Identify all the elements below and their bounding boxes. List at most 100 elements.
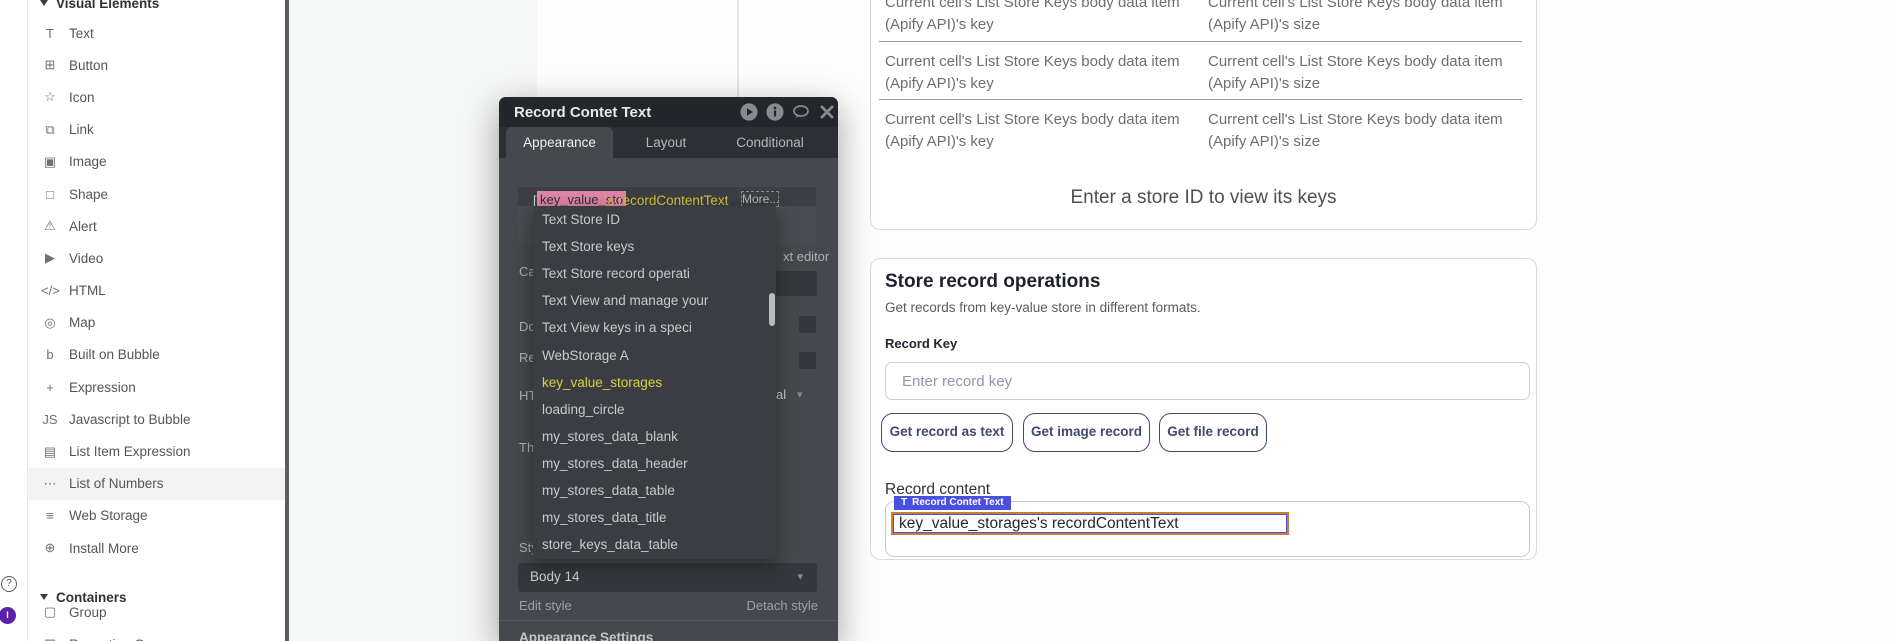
sidebar-item-web-storage[interactable]: ≡ Web Storage [28,500,285,532]
sidebar-item-install-more[interactable]: ⊕ Install More [28,532,285,564]
size-cell: Current cell's List Store Keys body data… [1208,51,1508,99]
field-box-fragment[interactable] [776,271,817,296]
checkbox-2[interactable] [799,352,816,369]
alert-icon: ⚠ [41,218,59,234]
style-select[interactable]: Body 14 ▾ [518,563,817,592]
dropdown-option[interactable]: Text View and manage your [533,287,776,314]
info-icon[interactable] [765,102,785,122]
sidebar-item-html[interactable]: </> HTML [28,275,285,307]
empty-state-text: Enter a store ID to view its keys [871,187,1536,209]
star-icon: ☆ [41,89,59,105]
link-icon: ⧉ [41,122,59,138]
autocomplete-dropdown: Text Store ID Text Store keys Text Store… [533,206,776,559]
get-file-record-button[interactable]: Get file record [1159,413,1267,452]
dropdown-option[interactable]: store_keys_data_table [533,531,776,558]
dropdown-option[interactable]: Text Store ID [533,206,776,233]
store-keys-row: Current cell's List Store Keys body data… [879,0,1522,41]
dropdown-scrollbar-thumb[interactable] [769,293,775,326]
tab-conditional[interactable]: Conditional [720,127,820,158]
section-label: Visual Elements [56,0,159,11]
dropdown-option[interactable]: Text Store record operati [533,260,776,287]
sidebar-item-javascript-to-bubble[interactable]: JS Javascript to Bubble [28,403,285,435]
comment-icon[interactable] [791,102,811,122]
key-cell: Current cell's List Store Keys body data… [885,0,1185,41]
sidebar-item-button[interactable]: ⊞ Button [28,49,285,81]
detach-style-link[interactable]: Detach style [746,598,818,613]
property-editor-header[interactable]: Record Contet Text [499,97,838,127]
chevron-down-icon: ▾ [797,388,803,401]
map-pin-icon: ◎ [41,315,59,331]
sidebar-scrollbar[interactable] [285,0,289,641]
bubble-logo-icon: b [41,347,59,362]
sidebar-item-image[interactable]: ▣ Image [28,146,285,178]
close-icon[interactable] [817,102,837,122]
avatar[interactable]: I [0,607,16,624]
plus-icon: + [41,380,59,395]
store-record-operations-card: Store record operations Get records from… [870,258,1537,560]
visual-elements-section-header[interactable]: Visual Elements [28,0,285,12]
dropdown-option[interactable]: loading_circle [533,396,776,423]
tab-appearance[interactable]: Appearance [506,127,613,158]
get-record-as-text-button[interactable]: Get record as text [881,413,1013,452]
checkbox-1[interactable] [799,316,816,333]
dropdown-option[interactable]: my_stores_data_header [533,450,776,477]
dropdown-option[interactable]: my_stores_data_blank [533,423,776,450]
edit-style-link[interactable]: Edit style [519,598,572,613]
sidebar-item-text[interactable]: T Text [28,17,285,49]
sidebar-item-link[interactable]: ⧉ Link [28,114,285,146]
sidebar-item-map[interactable]: ◎ Map [28,307,285,339]
tab-layout[interactable]: Layout [616,127,716,158]
left-rail: ? I [0,0,28,641]
help-icon[interactable]: ? [1,576,17,592]
rich-text-editor-link-fragment[interactable]: xt editor [783,249,829,264]
js-icon: JS [41,412,59,427]
preview-play-icon[interactable] [739,102,759,122]
store-keys-row: Current cell's List Store Keys body data… [879,41,1522,99]
size-cell: Current cell's List Store Keys body data… [1208,109,1508,157]
sidebar-item-list-of-numbers[interactable]: ⋯ List of Numbers [28,468,285,500]
clipboard-icon: ▤ [41,444,59,460]
sidebar-item-group[interactable]: ▢ Group [28,596,285,628]
expression-more-chip[interactable]: More... [741,191,779,207]
style-select-value: Body 14 [530,569,580,584]
store-keys-row: Current cell's List Store Keys body data… [879,99,1522,157]
sidebar-item-video[interactable]: ▶ Video [28,242,285,274]
select-value-fragment[interactable]: al [776,387,786,402]
get-image-record-button[interactable]: Get image record [1023,413,1150,452]
storage-icon: ≡ [41,508,59,523]
sidebar-item-icon[interactable]: ☆ Icon [28,81,285,113]
dropdown-option[interactable]: Text Store keys [533,233,776,260]
page-edge-line [737,0,739,97]
divider [499,620,838,621]
containers-list: ▢ Group ▦ Repeating Group [28,596,285,641]
tabs-bar: Appearance Layout Conditional [499,127,838,158]
sidebar-item-built-on-bubble[interactable]: b Built on Bubble [28,339,285,371]
dropdown-option[interactable]: my_stores_data_title [533,504,776,531]
key-cell: Current cell's List Store Keys body data… [885,51,1185,99]
chevron-down-icon: ▾ [797,570,803,583]
sidebar-item-alert[interactable]: ⚠ Alert [28,210,285,242]
sidebar-item-repeating-group[interactable]: ▦ Repeating Group [28,628,285,641]
dropdown-option[interactable]: key_value_storages [533,369,776,396]
repeating-group-icon: ▦ [41,636,59,641]
dropdown-option[interactable]: my_stores_data_table [533,477,776,504]
record-key-input[interactable] [885,362,1530,400]
dropdown-option[interactable]: Text View keys in a speci [533,314,776,341]
sidebar-item-list-item-expression[interactable]: ▤ List Item Expression [28,435,285,467]
store-keys-card: Current cell's List Store Keys body data… [870,0,1537,230]
key-cell: Current cell's List Store Keys body data… [885,109,1185,157]
card-subtitle: Get records from key-value store in diff… [885,300,1201,315]
field-label-fragment-th: Th [519,440,534,455]
sidebar-item-expression[interactable]: + Expression [28,371,285,403]
text-element-icon: T [901,497,907,508]
sidebar-item-shape[interactable]: □ Shape [28,178,285,210]
card-title: Store record operations [885,271,1100,293]
store-keys-table: Current cell's List Store Keys body data… [879,0,1522,158]
ellipsis-icon: ⋯ [41,476,59,492]
selected-text-element[interactable]: key_value_storages's recordContentText [891,512,1289,535]
video-icon: ▶ [41,250,59,266]
code-icon: </> [41,283,59,298]
dropdown-option[interactable]: WebStorage A [533,341,776,368]
image-icon: ▣ [41,154,59,170]
visual-elements-list: T Text ⊞ Button ☆ Icon ⧉ Link [28,17,285,564]
